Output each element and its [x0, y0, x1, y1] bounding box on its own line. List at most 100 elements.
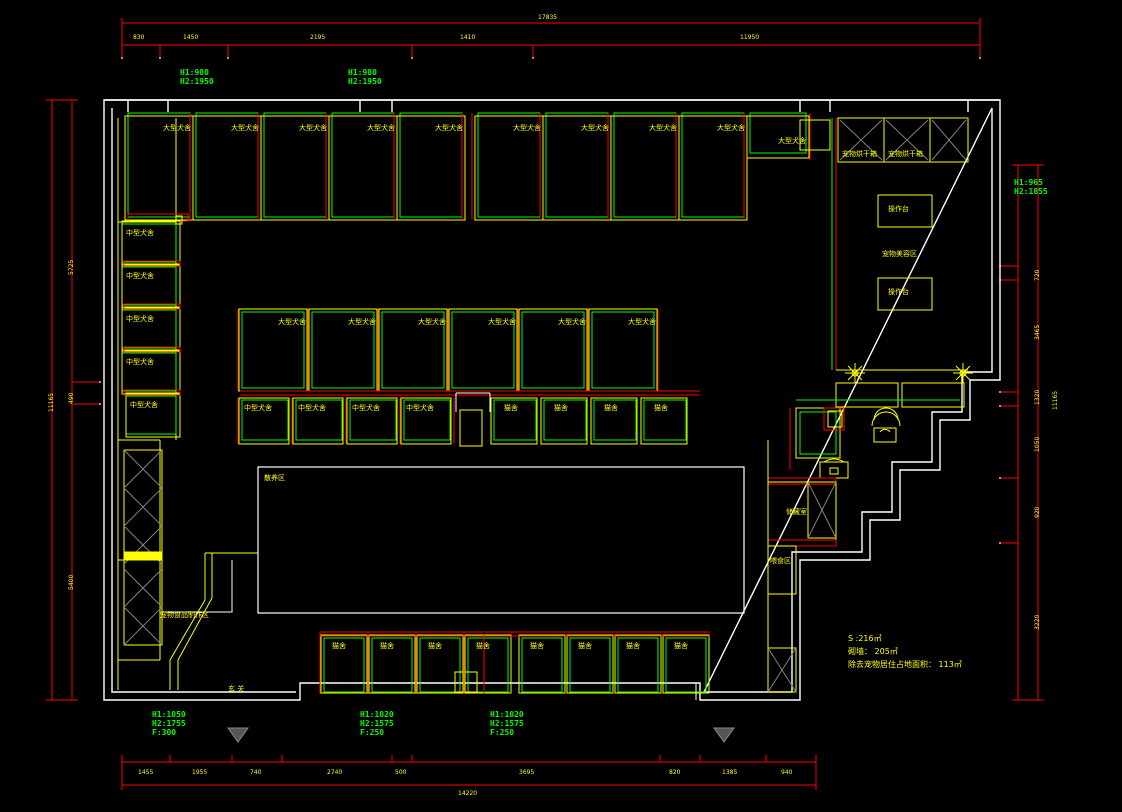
label-storage-room: 储藏室	[786, 508, 807, 516]
kennel-label-large: 大型犬舍	[278, 318, 306, 326]
storage-feeding-rooms	[767, 440, 837, 693]
dim-bot-9: 940	[781, 769, 793, 776]
height-tag-line: H1:1020	[360, 710, 394, 719]
label-grooming-area: 宠物美容区	[882, 250, 917, 258]
top-kennel-row	[124, 112, 811, 222]
door-markers	[227, 727, 735, 743]
kennel-label-cat: 猫舍	[504, 404, 518, 412]
kennel-label-cat: 猫舍	[578, 642, 592, 650]
kennel-label-large: 大型犬舍	[348, 318, 376, 326]
height-tag-line: H2:1950	[348, 77, 382, 86]
height-tag-top-left: H1:980 H2:1950	[180, 68, 214, 86]
dim-bot-8: 1385	[722, 769, 738, 776]
kennel-label-large: 大型犬舍	[163, 124, 191, 132]
height-tag-line: H1:1050	[152, 710, 186, 719]
label-work-table-1: 操作台	[888, 205, 909, 213]
dim-bot-total: 14220	[458, 790, 478, 797]
height-tag-line: H2:1950	[180, 77, 214, 86]
bottom-kennel-row	[319, 631, 710, 694]
height-tag-line: F:250	[360, 728, 385, 737]
label-entrance: 玄 关	[228, 685, 245, 693]
kennel-label-medium: 中型犬舍	[244, 404, 272, 412]
height-tag-right: H1:965 H2:1855	[1014, 178, 1048, 196]
label-free-range-area: 散养区	[264, 474, 285, 482]
kennel-label-cat: 猫舍	[604, 404, 618, 412]
height-tag-line: H1:980	[180, 68, 209, 77]
dim-top-3: 2195	[310, 34, 326, 41]
kennel-label-cat: 猫舍	[654, 404, 668, 412]
dim-top-4: 1410	[460, 34, 476, 41]
dim-bot-6: 3695	[519, 769, 535, 776]
dim-right-total: 11165	[1052, 390, 1059, 410]
height-tag-bot-left: H1:1050 H2:1755 F:300	[152, 710, 186, 737]
label-dryer-1: 宠物烘干箱	[842, 150, 877, 158]
dim-right-5: 920	[1034, 506, 1041, 518]
kennel-label-medium: 中型犬舍	[126, 229, 154, 237]
kennel-label-medium: 中型犬舍	[352, 404, 380, 412]
dim-left-1: 5725	[68, 259, 75, 275]
cad-drawing-canvas: 830 1450 2195 1410 11950 17835 1455 1955…	[0, 0, 1122, 812]
dim-top-1: 830	[133, 34, 145, 41]
kennel-label-medium: 中型犬舍	[298, 404, 326, 412]
dim-top-2: 1450	[183, 34, 199, 41]
height-tag-line: H1:1020	[490, 710, 524, 719]
kennel-label-cat: 猫舍	[674, 642, 688, 650]
area-notes: S :216㎡ 砌墙： 205㎡ 除去宠物居住占地面积： 113㎡	[848, 632, 962, 671]
kennel-label-cat: 猫舍	[626, 642, 640, 650]
dim-top-5: 11950	[740, 34, 760, 41]
mid-kennel-row-small	[237, 392, 688, 447]
kennel-label-large: 大型犬舍	[435, 124, 463, 132]
kennel-label-large: 大型犬舍	[231, 124, 259, 132]
dim-bot-2: 1955	[192, 769, 208, 776]
dim-left-total: 11165	[48, 392, 55, 412]
kennel-label-large: 大型犬舍	[581, 124, 609, 132]
top-dimension-chain	[121, 18, 981, 59]
dim-bot-3: 740	[250, 769, 262, 776]
dim-right-2: 3465	[1034, 324, 1041, 340]
dim-right-1: 720	[1034, 269, 1041, 281]
kennel-label-cat: 猫舍	[332, 642, 346, 650]
kennel-label-medium: 中型犬舍	[126, 315, 154, 323]
height-tag-line: H2:1855	[1014, 187, 1048, 196]
dim-left-2: 490	[68, 392, 75, 404]
height-tag-line: H1:980	[348, 68, 377, 77]
height-tag-line: F:250	[490, 728, 515, 737]
kennel-label-large: 大型犬舍	[558, 318, 586, 326]
kennel-label-large: 大型犬舍	[649, 124, 677, 132]
dim-top-total: 17835	[538, 14, 558, 21]
height-tag-line: F:300	[152, 728, 177, 737]
bottom-dimension-chain	[121, 755, 817, 790]
food-prep-area	[162, 560, 233, 613]
kennel-label-large: 大型犬舍	[418, 318, 446, 326]
area-note-line-2: 砌墙： 205㎡	[848, 647, 898, 656]
kennel-label-medium: 中型犬舍	[126, 272, 154, 280]
area-note-line-3: 除去宠物居住占地面积： 113㎡	[848, 660, 962, 669]
label-work-table-2: 操作台	[888, 288, 909, 296]
dim-left-3: 5400	[68, 574, 75, 590]
dim-right-3: 1320	[1034, 389, 1041, 405]
label-dryer-2: 宠物烘干箱	[888, 150, 923, 158]
height-tag-top-mid: H1:980 H2:1950	[348, 68, 382, 86]
height-tag-line: H2:1575	[490, 719, 524, 728]
kennel-label-cat: 猫舍	[380, 642, 394, 650]
kennel-label-cat: 猫舍	[476, 642, 490, 650]
kennel-label-large: 大型犬舍	[628, 318, 656, 326]
dim-right-4: 1050	[1034, 436, 1041, 452]
kennel-label-medium: 中型犬舍	[406, 404, 434, 412]
left-hatch-block	[123, 449, 163, 646]
dim-bot-4: 2740	[327, 769, 343, 776]
dim-bot-7: 820	[669, 769, 681, 776]
kennel-label-cat: 猫舍	[554, 404, 568, 412]
height-tag-line: H2:1755	[152, 719, 186, 728]
free-range-area	[257, 466, 745, 614]
kennel-label-cat: 猫舍	[428, 642, 442, 650]
height-tag-bot-mid: H1:1020 H2:1575 F:250	[360, 710, 394, 737]
label-food-prep-area: 宠物食品制作区	[160, 611, 209, 619]
dim-bot-5: 500	[395, 769, 407, 776]
height-tag-bot-right: H1:1020 H2:1575 F:250	[490, 710, 524, 737]
dim-right-6: 3220	[1034, 614, 1041, 630]
dim-bot-1: 1455	[138, 769, 154, 776]
label-feeding-area: 喂食区	[770, 557, 791, 565]
area-note-line-1: S :216㎡	[848, 634, 882, 643]
kennel-label-large: 大型犬舍	[717, 124, 745, 132]
